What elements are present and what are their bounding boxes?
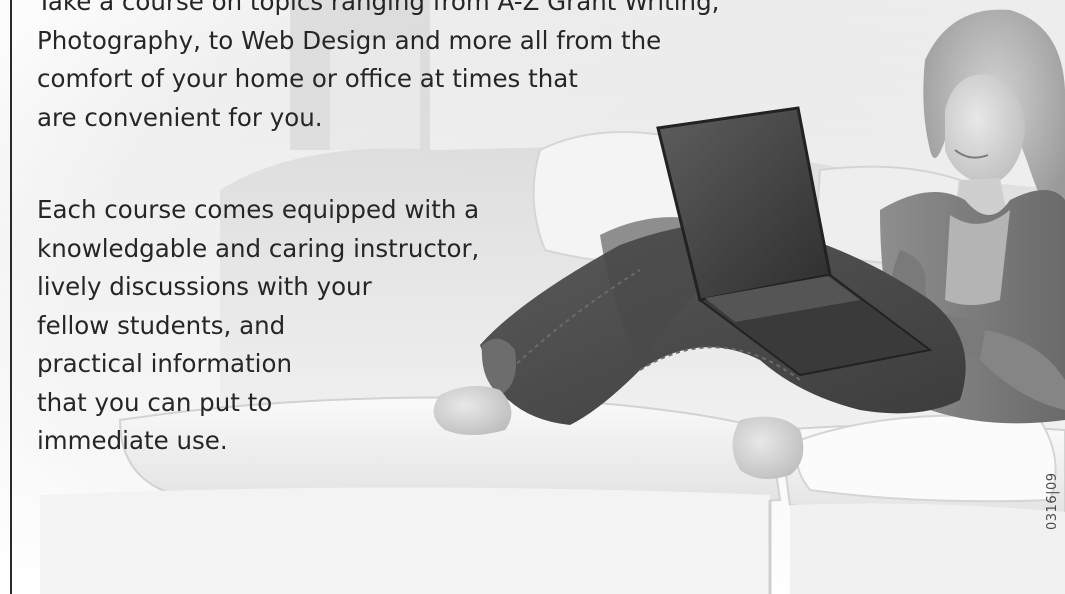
text-line: that you can put to <box>37 387 273 417</box>
text-line: Photography, to Web Design and more all … <box>37 25 662 55</box>
intro-paragraph: Take a course on topics ranging from A-Z… <box>37 0 719 137</box>
advertisement-panel: Take a course on topics ranging from A-Z… <box>0 0 1065 594</box>
text-line: are convenient for you. <box>37 102 323 132</box>
reference-code: 0316|09 <box>1045 472 1060 530</box>
left-border-rule <box>10 0 12 594</box>
text-line: fellow students, and <box>37 310 286 340</box>
text-line: practical information <box>37 349 293 378</box>
text-line: knowledgable and caring instructor, <box>37 233 480 263</box>
text-line: lively discussions with your <box>37 272 372 301</box>
text-line: Take a course on topics ranging from A-Z… <box>37 0 720 16</box>
course-features-paragraph: Each course comes equipped with a knowle… <box>37 191 479 461</box>
text-line: immediate use. <box>37 426 228 455</box>
text-line: Each course comes equipped with a <box>37 195 480 224</box>
text-line: comfort of your home or office at times … <box>37 64 578 93</box>
